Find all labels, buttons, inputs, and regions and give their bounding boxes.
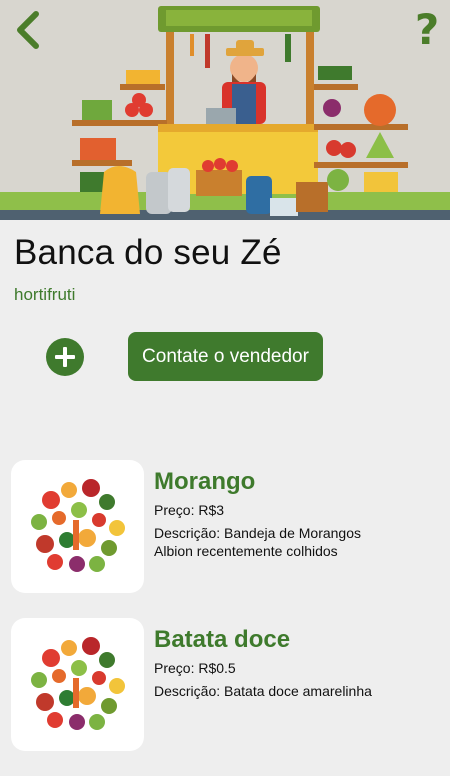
market-stall-illustration	[0, 6, 450, 220]
product-description: Descrição: Batata doce amarelinha	[154, 683, 372, 699]
store-banner-image: ?	[0, 0, 450, 220]
vegetables-circle-icon	[27, 635, 127, 735]
product-price: Preço: R$3	[154, 502, 225, 518]
help-button[interactable]: ?	[410, 6, 444, 54]
product-item[interactable]: Morango Preço: R$3 Descrição: Bandeja de…	[0, 460, 450, 596]
store-category: hortifruti	[14, 285, 76, 304]
product-item[interactable]: Batata doce Preço: R$0.5 Descrição: Bata…	[0, 618, 450, 754]
back-button[interactable]	[8, 8, 48, 52]
contact-seller-button[interactable]: Contate o vendedor	[128, 332, 323, 381]
help-icon: ?	[414, 5, 440, 54]
product-description: Descrição: Bandeja de Morangos Albion re…	[154, 525, 362, 559]
chevron-left-icon	[17, 11, 39, 49]
vegetables-circle-icon	[27, 477, 127, 577]
product-name: Batata doce	[154, 626, 291, 653]
product-name: Morango	[154, 468, 256, 495]
store-title: Banca do seu Zé	[14, 233, 282, 272]
add-favorite-button[interactable]	[46, 338, 84, 376]
product-image	[11, 618, 144, 751]
product-image	[11, 460, 144, 593]
product-price: Preço: R$0.5	[154, 660, 236, 676]
